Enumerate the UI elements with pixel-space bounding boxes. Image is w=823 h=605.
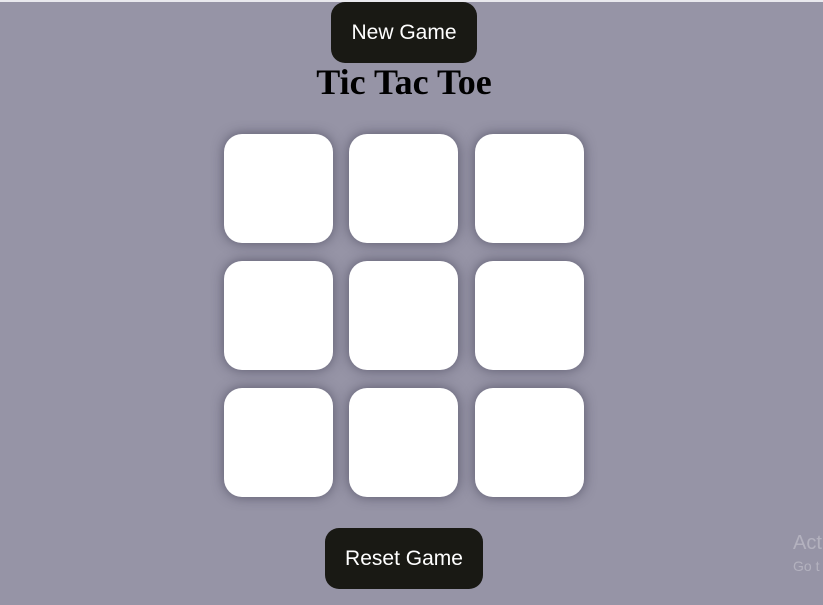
activation-watermark: Act Go t (793, 530, 822, 576)
board-cell-9[interactable] (475, 388, 584, 497)
board-cell-8[interactable] (349, 388, 458, 497)
watermark-line-1: Act (793, 532, 822, 554)
board-cell-2[interactable] (349, 134, 458, 243)
board-cell-7[interactable] (224, 388, 333, 497)
new-game-button[interactable]: New Game (331, 2, 477, 63)
board-cell-4[interactable] (224, 261, 333, 370)
reset-game-button[interactable]: Reset Game (325, 528, 483, 589)
board-cell-6[interactable] (475, 261, 584, 370)
page-title: Tic Tac Toe (316, 62, 492, 102)
game-board (224, 134, 584, 497)
board-cell-3[interactable] (475, 134, 584, 243)
board-cell-1[interactable] (224, 134, 333, 243)
watermark-line-2: Go t (793, 558, 820, 574)
board-cell-5[interactable] (349, 261, 458, 370)
